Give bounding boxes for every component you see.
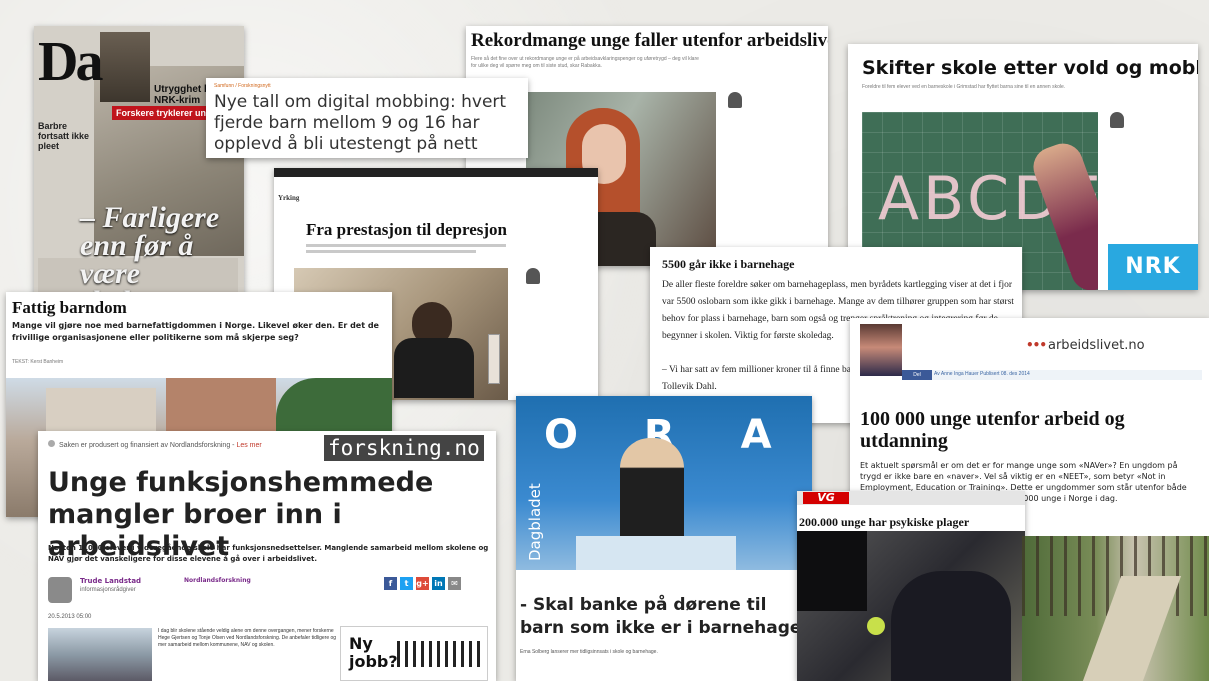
job-advert[interactable]: Ny jobb? bbox=[340, 626, 488, 681]
rekordmange-lead: Flere så det fine over ut rekordmange un… bbox=[471, 56, 699, 69]
lead-line bbox=[306, 244, 506, 247]
lead-line bbox=[306, 250, 476, 253]
author-avatar bbox=[48, 577, 72, 603]
digital-mobbing-kicker: Samfunn / Forskningsnytt bbox=[214, 83, 271, 89]
site-topbar bbox=[274, 168, 598, 177]
forskning-logo: forskning.no bbox=[324, 435, 484, 461]
student-shirt bbox=[394, 338, 474, 398]
dagbladet-banke-caption: Erna Solberg lanserer mer tidligsinnsats… bbox=[520, 649, 658, 655]
dagbladet-vertical-logo: Dagbladet bbox=[526, 483, 544, 561]
author-line: Av Anne Inga Hauer Publisert 08. des 201… bbox=[934, 371, 1030, 377]
notice-text: Saken er produsert og finansiert av Nord… bbox=[59, 442, 235, 449]
forskning-clipping: Saken er produsert og finansiert av Nord… bbox=[38, 431, 496, 681]
ad-text: Ny jobb? bbox=[349, 634, 398, 671]
fattig-barndom-headline: Fattig barndom bbox=[12, 298, 127, 317]
author-avatar bbox=[526, 268, 540, 284]
student-desk-photo bbox=[797, 531, 1025, 681]
facebook-share-icon[interactable]: f bbox=[384, 577, 397, 590]
classroom-photo bbox=[48, 628, 152, 681]
linkedin-share-icon[interactable]: in bbox=[432, 577, 445, 590]
arbeidslivet-logo: arbeidslivet.no bbox=[1048, 338, 1145, 353]
twitter-share-icon[interactable]: t bbox=[400, 577, 413, 590]
organization-link[interactable]: Nordlandsforskning bbox=[184, 577, 251, 584]
monitor bbox=[797, 531, 867, 611]
share-button[interactable]: Del bbox=[902, 370, 932, 380]
author-portrait bbox=[860, 324, 902, 376]
sponsor-notice: Saken er produsert og finansiert av Nord… bbox=[48, 440, 262, 449]
dagbladet-logo: Da bbox=[38, 31, 103, 93]
tennis-ball bbox=[867, 617, 885, 635]
publish-date: 20.5.2013 05:00 bbox=[48, 614, 92, 620]
author-role: informasjonsrådgiver bbox=[80, 587, 136, 593]
digital-mobbing-headline: Nye tall om digital mobbing: hvert fjerd… bbox=[214, 92, 507, 154]
barnehage-5500-headline: 5500 går ikke i barnehage bbox=[662, 257, 795, 271]
vg-logo: VG bbox=[803, 492, 849, 504]
read-more-link[interactable]: Les mer bbox=[236, 442, 261, 449]
arbeidslivet-headline: 100 000 unge utenfor arbeid og utdanning bbox=[860, 408, 1125, 452]
fattig-barndom-subheading: Mange vil gjøre noe med barnefattigdomme… bbox=[12, 321, 379, 342]
vg-headline: 200.000 unge har psykiske plager bbox=[799, 515, 970, 529]
dagbladet-banke-clipping: O R A L L E Dagbladet - Skal banke på dø… bbox=[516, 396, 812, 681]
forskning-ingress: Nesten 11000 elever i videregående skole… bbox=[48, 544, 489, 563]
dagbladet-frontpage-clipping: Da Utrygghet bra NRK-krim Forskere trykl… bbox=[34, 26, 244, 298]
skifter-skole-lead: Foreldre til fem elever ved en barneskol… bbox=[862, 84, 1066, 90]
rekordmange-headline: Rekordmange unge faller utenfor arbeidsl… bbox=[471, 30, 828, 51]
podium bbox=[576, 536, 736, 570]
bottle bbox=[488, 334, 500, 384]
dagbladet-banke-headline: - Skal banke på dørene til barn som ikke… bbox=[520, 595, 802, 638]
email-share-icon[interactable]: ✉ bbox=[448, 577, 461, 590]
forest-path-photo bbox=[1022, 536, 1209, 681]
arbeidslivet-dots-icon: ••• bbox=[1026, 338, 1047, 352]
minister-speech-photo: O R A L L E bbox=[516, 396, 812, 570]
frontpage-headline: – Farligere enn før å være skoletaper bbox=[80, 201, 220, 299]
man-portrait-photo bbox=[100, 32, 150, 102]
forskning-body: I dag blir skolene stående veldig alene … bbox=[158, 628, 337, 648]
fra-prestasjon-headline: Fra prestasjon til depresjon bbox=[306, 220, 508, 239]
author-name[interactable]: Trude Landstad bbox=[80, 577, 141, 585]
author-avatar bbox=[728, 92, 742, 108]
section-label: Yrking bbox=[278, 194, 300, 202]
googleplus-share-icon[interactable]: g+ bbox=[416, 577, 429, 590]
nrk-logo: NRK bbox=[1108, 244, 1198, 290]
fattig-barndom-byline: TEKST: Kerst Banheim bbox=[12, 359, 64, 365]
people-icons bbox=[397, 641, 483, 667]
info-icon bbox=[48, 440, 55, 447]
side-teaser: Barbre fortsatt ikke pleet bbox=[38, 121, 90, 151]
skifter-skole-headline: Skifter skole etter vold og mobbing bbox=[862, 57, 1198, 79]
slumped-student bbox=[891, 571, 1011, 681]
author-avatar bbox=[1110, 112, 1124, 128]
digital-mobbing-clipping: Samfunn / Forskningsnytt Nye tall om dig… bbox=[206, 78, 528, 158]
vg-clipping: VG 200.000 unge har psykiske plager bbox=[797, 491, 1025, 681]
